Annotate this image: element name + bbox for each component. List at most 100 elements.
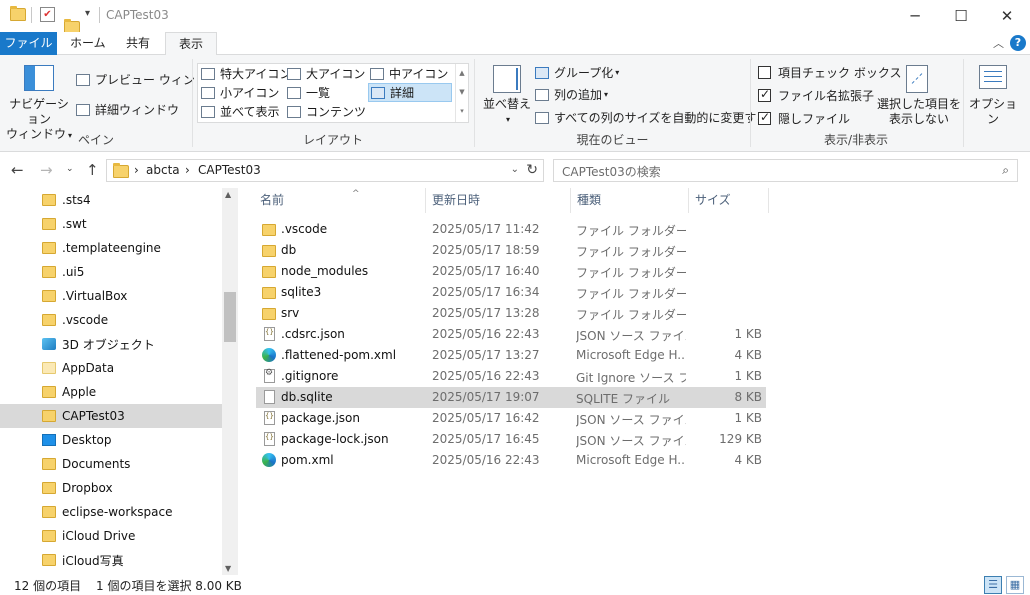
back-arrow-icon[interactable]: ← <box>11 161 24 179</box>
breadcrumb-separator[interactable]: › <box>185 163 190 177</box>
nav-item-icloud-photos[interactable]: iCloud写真 <box>0 548 222 572</box>
checkbox-item-checkboxes[interactable] <box>758 66 771 79</box>
file-row[interactable]: db.sqlite 2025/05/17 19:07 SQLITE ファイル 8 KB <box>256 387 766 408</box>
column-divider[interactable] <box>768 188 769 213</box>
size-all-columns-button[interactable]: すべての列のサイズを自動的に変更する <box>535 109 768 126</box>
nav-item-virtualbox[interactable]: .VirtualBox <box>0 284 222 308</box>
column-header-name[interactable]: 名前 ^ <box>254 188 424 213</box>
folder-icon <box>42 410 56 422</box>
properties-icon[interactable]: ✔ <box>40 7 55 22</box>
details-pane-button[interactable]: 詳細ウィンドウ <box>76 101 179 118</box>
options-button[interactable]: オプション <box>966 97 1020 127</box>
tab-file[interactable]: ファイル <box>0 32 57 55</box>
nav-item-eclipse-workspace[interactable]: eclipse-workspace <box>0 500 222 524</box>
file-row[interactable]: .flattened-pom.xml 2025/05/17 13:27 Micros… <box>256 345 766 366</box>
file-row[interactable]: db 2025/05/17 18:59 ファイル フォルダー <box>256 240 766 261</box>
3d-objects-icon <box>42 338 56 350</box>
file-date: 2025/05/16 22:43 <box>432 453 540 467</box>
nav-item-icloud-drive[interactable]: iCloud Drive <box>0 524 222 548</box>
file-row[interactable]: package-lock.json 2025/05/17 16:45 JSON ソー… <box>256 429 766 450</box>
nav-item-apple[interactable]: Apple <box>0 380 222 404</box>
file-extensions-toggle[interactable]: ファイル名拡張子 <box>758 87 874 104</box>
nav-item-ui5[interactable]: .ui5 <box>0 260 222 284</box>
scroll-down-icon[interactable]: ▼ <box>225 564 231 573</box>
group-by-button[interactable]: グループ化 ▾ <box>535 64 619 81</box>
json-file-icon <box>264 327 275 341</box>
refresh-icon[interactable]: ↻ <box>526 162 538 178</box>
hidden-items-toggle[interactable]: 隠しファイル <box>758 110 850 127</box>
nav-item-3d-objects[interactable]: 3D オブジェクト <box>0 332 222 356</box>
scrollbar-thumb[interactable] <box>224 292 236 342</box>
details-view-icon[interactable]: ☰ <box>984 576 1002 594</box>
file-size: 129 KB <box>719 432 762 446</box>
collapse-ribbon-icon[interactable]: ︿ <box>993 35 1004 51</box>
column-header-type[interactable]: 種類 <box>571 188 689 213</box>
file-row[interactable]: .vscode 2025/05/17 11:42 ファイル フォルダー <box>256 219 766 240</box>
sort-by-button[interactable]: 並べ替え ▾ <box>481 97 533 127</box>
item-checkboxes-toggle[interactable]: 項目チェック ボックス <box>758 64 901 81</box>
maximize-button[interactable]: ☐ <box>938 0 984 32</box>
search-placeholder: CAPTest03の検索 <box>562 165 661 179</box>
file-row[interactable]: sqlite3 2025/05/17 16:34 ファイル フォルダー <box>256 282 766 303</box>
file-size: 4 KB <box>734 348 762 362</box>
file-row[interactable]: pom.xml 2025/05/16 22:43 Microsoft Edge H.… <box>256 450 766 471</box>
item-checkboxes-label: 項目チェック ボックス <box>778 66 902 80</box>
nav-item-swt[interactable]: .swt <box>0 212 222 236</box>
nav-item-sts4[interactable]: .sts4 <box>0 188 222 212</box>
nav-item-captest03[interactable]: CAPTest03 <box>0 404 222 428</box>
window-title: CAPTest03 <box>106 8 169 22</box>
forward-arrow-icon[interactable]: → <box>40 161 53 179</box>
nav-item-label: CAPTest03 <box>62 409 125 423</box>
minimize-button[interactable]: ─ <box>892 0 938 32</box>
large-icons-view-icon[interactable]: ▦ <box>1006 576 1024 594</box>
tab-home[interactable]: ホーム <box>57 32 119 55</box>
folder-icon <box>42 530 56 542</box>
quick-access-dropdown-icon[interactable]: ▾ <box>85 8 90 19</box>
breadcrumb-abcta[interactable]: abcta <box>146 163 180 177</box>
nav-item-dropbox[interactable]: Dropbox <box>0 476 222 500</box>
nav-item-label: 3D オブジェクト <box>62 337 155 352</box>
folder-icon <box>42 554 56 566</box>
recent-locations-icon[interactable]: ⌄ <box>66 164 74 174</box>
navigation-scrollbar[interactable]: ▲ ▼ <box>222 188 238 575</box>
address-dropdown-icon[interactable]: ⌄ <box>511 164 519 175</box>
checkbox-file-extensions[interactable] <box>758 87 771 102</box>
up-arrow-icon[interactable]: ↑ <box>86 161 99 179</box>
column-header-date[interactable]: 更新日時 <box>426 188 571 213</box>
scroll-up-icon[interactable]: ▲ <box>225 190 231 199</box>
file-name: srv <box>281 306 300 320</box>
nav-item-templateengine[interactable]: .templateengine <box>0 236 222 260</box>
tab-share[interactable]: 共有 <box>113 32 163 55</box>
search-icon[interactable]: ⌕ <box>1002 163 1009 178</box>
help-icon[interactable]: ? <box>1010 35 1026 51</box>
ribbon: ナビゲーション ウィンドウ ▾ プレビュー ウィンドウ 詳細ウィンドウ ペイン 特… <box>0 55 1030 152</box>
file-row[interactable]: node_modules 2025/05/17 16:40 ファイル フォルダー <box>256 261 766 282</box>
group-label-current-view: 現在のビュー <box>576 133 649 147</box>
close-button[interactable]: ✕ <box>984 0 1030 32</box>
file-date: 2025/05/17 16:40 <box>432 264 540 278</box>
file-size: 1 KB <box>734 411 762 425</box>
add-columns-button[interactable]: 列の追加 ▾ <box>535 86 608 103</box>
file-row[interactable]: package.json 2025/05/17 16:42 JSON ソース ファイ… <box>256 408 766 429</box>
nav-item-vscode[interactable]: .vscode <box>0 308 222 332</box>
file-type: ファイル フォルダー <box>576 287 686 301</box>
file-row[interactable]: srv 2025/05/17 13:28 ファイル フォルダー <box>256 303 766 324</box>
column-header-size[interactable]: サイズ <box>689 188 769 213</box>
breadcrumb-captest03[interactable]: CAPTest03 <box>198 163 261 177</box>
file-row[interactable]: .cdsrc.json 2025/05/16 22:43 JSON ソース ファイル… <box>256 324 766 345</box>
checkbox-hidden-items[interactable] <box>758 110 771 125</box>
hide-selected-button[interactable]: 選択した項目を 表示しない <box>877 97 961 127</box>
breadcrumb-separator[interactable]: › <box>134 163 139 177</box>
file-row[interactable]: .gitignore 2025/05/16 22:43 Git Ignore ソース… <box>256 366 766 387</box>
hide-selected-label-1: 選択した項目を <box>877 97 962 111</box>
tab-view[interactable]: 表示 <box>165 32 218 56</box>
nav-item-label: AppData <box>62 361 115 375</box>
nav-item-desktop[interactable]: Desktop <box>0 428 222 452</box>
nav-item-label: Documents <box>62 457 131 471</box>
search-input[interactable]: CAPTest03の検索 ⌕ <box>553 159 1018 182</box>
file-date: 2025/05/16 22:43 <box>432 369 540 383</box>
nav-item-documents[interactable]: Documents <box>0 452 222 476</box>
file-size: 4 KB <box>734 453 762 467</box>
nav-item-appdata[interactable]: AppData <box>0 356 222 380</box>
address-bar[interactable]: › abcta › CAPTest03 ⌄ ↻ <box>106 159 544 182</box>
